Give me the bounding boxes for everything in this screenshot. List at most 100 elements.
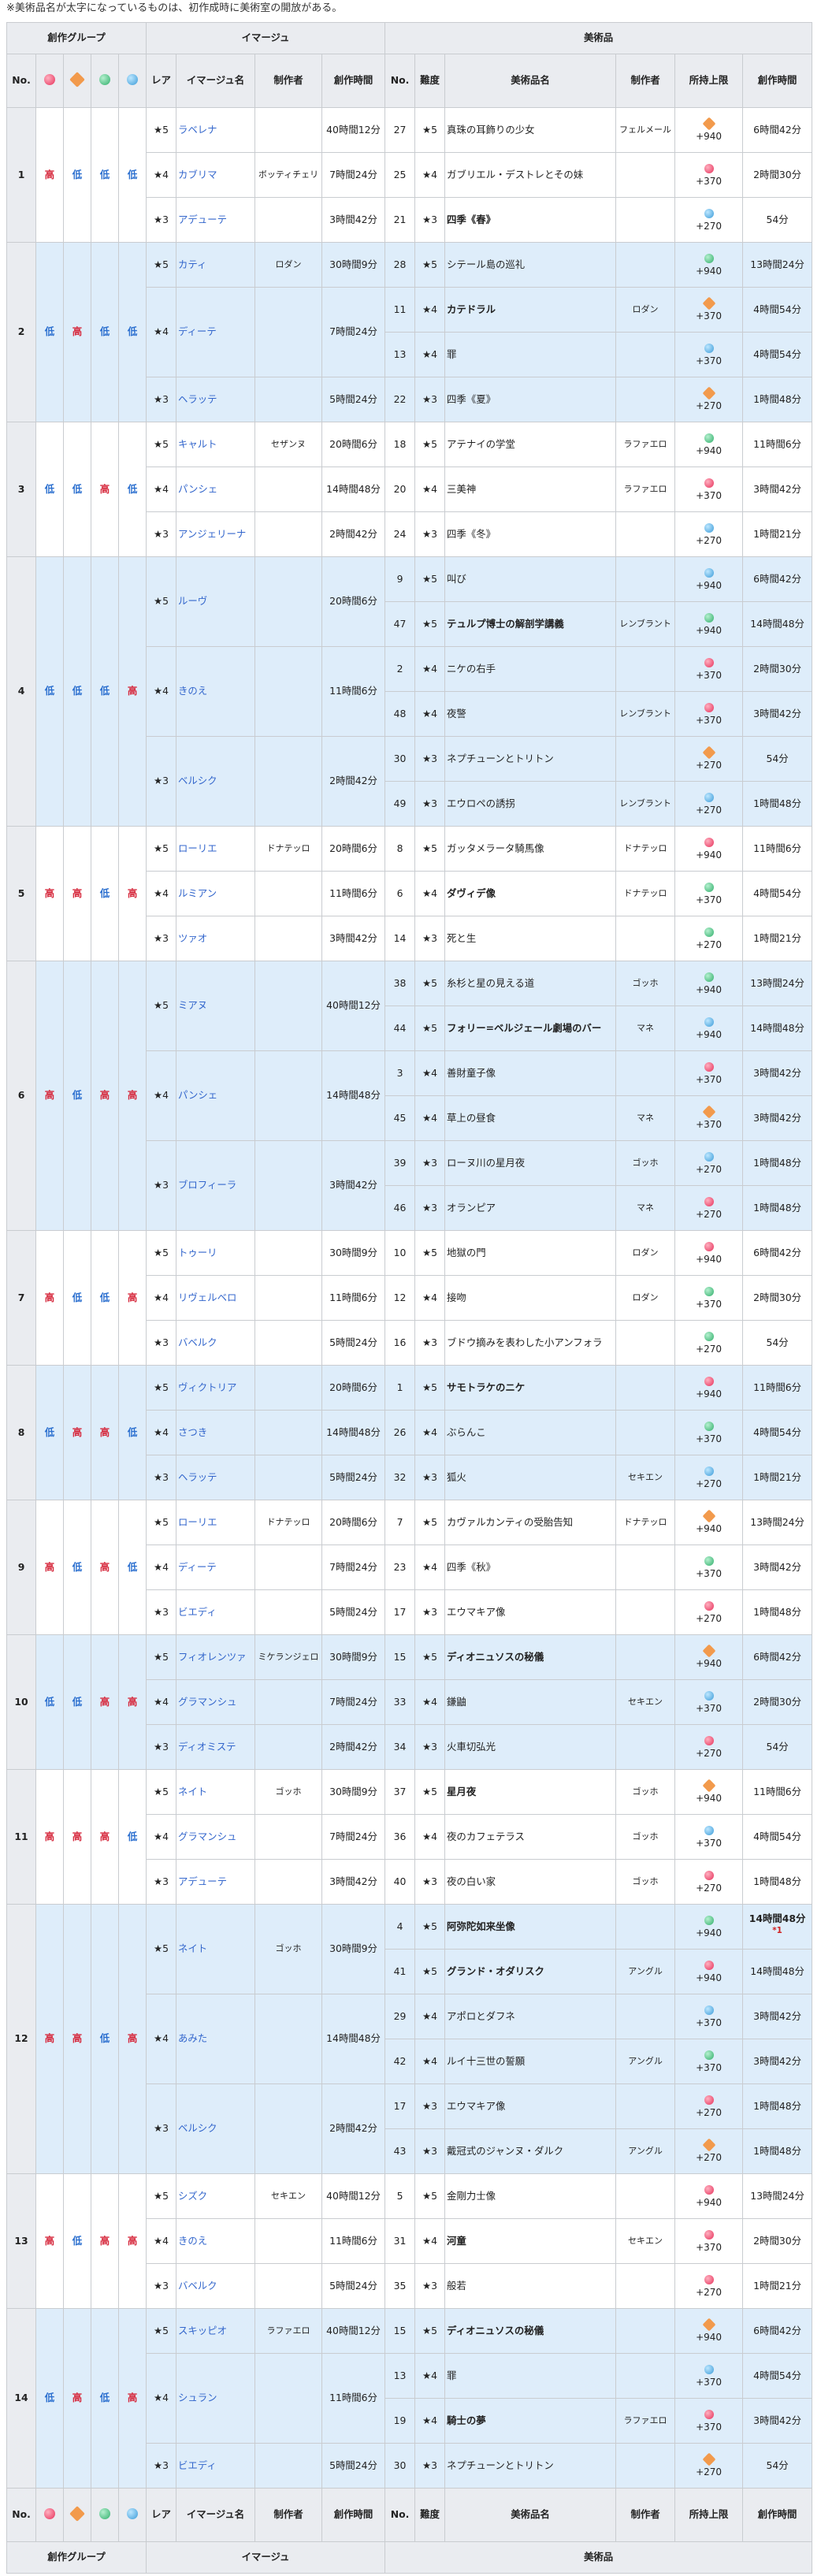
image-name-link[interactable]: アデューテ xyxy=(176,197,256,243)
image-name-link[interactable]: アンジェリーナ xyxy=(176,511,256,557)
group-number: 4 xyxy=(6,556,36,827)
footnote-link[interactable]: *1 xyxy=(772,1926,782,1935)
group-level: 高 xyxy=(35,1500,64,1635)
image-creation-time: 14時間48分 xyxy=(321,467,386,512)
image-name-link[interactable]: ラベレナ xyxy=(176,107,256,153)
image-name-link[interactable]: トゥーリ xyxy=(176,1230,256,1276)
image-name-link[interactable]: ヘラッテ xyxy=(176,1455,256,1500)
art-creation-time-value: 6時間42分 xyxy=(753,2324,801,2336)
image-name-link[interactable]: リヴェルベロ xyxy=(176,1275,256,1321)
image-name-link[interactable]: ローリエ xyxy=(176,1500,256,1545)
possession-limit: +940 xyxy=(674,242,744,288)
image-name-link[interactable]: グラマンシュ xyxy=(176,1814,256,1860)
image-name-link[interactable]: あみた xyxy=(176,1994,256,2084)
art-creation-time-value: 4時間54分 xyxy=(753,303,801,315)
image-name-link[interactable]: ネイト xyxy=(176,1904,256,1994)
image-name-link[interactable]: きのえ xyxy=(176,2218,256,2264)
image-name-link[interactable]: ローリエ xyxy=(176,826,256,872)
image-name-link[interactable]: ネイト xyxy=(176,1769,256,1815)
group-level: 高 xyxy=(117,826,147,961)
art-creation-time-value: 6時間42分 xyxy=(753,572,801,585)
foot-image-header: イマージュ xyxy=(146,2541,386,2574)
art-difficulty: ★3 xyxy=(414,2083,446,2129)
image-creation-time: 20時間6分 xyxy=(321,1500,386,1545)
image-name-link[interactable]: ビエディ xyxy=(176,2443,256,2489)
image-name-link[interactable]: ベルシク xyxy=(176,2083,256,2174)
image-name-link[interactable]: ミアヌ xyxy=(176,961,256,1051)
possession-limit-value: +270 xyxy=(696,2287,723,2298)
art-difficulty: ★3 xyxy=(414,736,446,782)
image-name-link[interactable]: カブリマ xyxy=(176,152,256,198)
orange-gem-icon xyxy=(702,2138,716,2152)
image-name-link[interactable]: ビエディ xyxy=(176,1589,256,1635)
image-name-link[interactable]: ルミアン xyxy=(176,871,256,916)
art-maker xyxy=(615,511,676,557)
image-name-link[interactable]: シュラン xyxy=(176,2353,256,2444)
image-name-link[interactable]: ブロフィーラ xyxy=(176,1140,256,1231)
image-name-link[interactable]: グラマンシュ xyxy=(176,1679,256,1725)
image-name-link[interactable]: ヘラッテ xyxy=(176,377,256,422)
art-number: 26 xyxy=(384,1410,416,1455)
group-level: 低 xyxy=(117,1365,147,1500)
possession-limit: +940 xyxy=(674,1769,744,1815)
group-number: 13 xyxy=(6,2173,36,2309)
image-name-link[interactable]: フィオレンツァ xyxy=(176,1634,256,1680)
possession-limit: +270 xyxy=(674,511,744,557)
image-rarity: ★5 xyxy=(146,1365,177,1411)
art-number: 13 xyxy=(384,332,416,377)
art-creation-time-value: 1時間48分 xyxy=(753,797,801,809)
image-name-link[interactable]: シズク xyxy=(176,2173,256,2219)
art-creation-time: 2時間30分 xyxy=(742,1275,813,1321)
art-maker xyxy=(615,1724,676,1770)
foot-col-red xyxy=(35,2488,64,2542)
possession-limit: +370 xyxy=(674,2398,744,2444)
image-name-link[interactable]: ヴィクトリア xyxy=(176,1365,256,1411)
art-number: 49 xyxy=(384,781,416,827)
art-difficulty: ★4 xyxy=(414,332,446,377)
image-name-link[interactable]: カティ xyxy=(176,242,256,288)
art-number: 25 xyxy=(384,152,416,198)
art-maker xyxy=(615,152,676,198)
image-name-link[interactable]: さつき xyxy=(176,1410,256,1455)
art-number: 34 xyxy=(384,1724,416,1770)
table-row: 7 高低低高 ★5 トゥーリ 30時間9分 10 ★5 地獄の門 ロダン +940 6時間42分 xyxy=(6,1230,813,1366)
image-name-link[interactable]: バベルク xyxy=(176,2263,256,2309)
art-number: 24 xyxy=(384,511,416,557)
image-name-link[interactable]: ベルシク xyxy=(176,736,256,827)
image-name-link[interactable]: ディーテ xyxy=(176,287,256,377)
art-maker xyxy=(615,2308,676,2354)
image-name-link[interactable]: スキッピオ xyxy=(176,2308,256,2354)
art-name: 四季《夏》 xyxy=(444,377,617,422)
red-gem-icon xyxy=(704,2184,714,2195)
art-difficulty: ★3 xyxy=(414,1724,446,1770)
image-name-link[interactable]: バベルク xyxy=(176,1320,256,1366)
possession-limit: +370 xyxy=(674,1814,744,1860)
image-creation-time: 40時間12分 xyxy=(321,961,386,1051)
orange-gem-icon xyxy=(702,296,716,310)
image-name-link[interactable]: ディーテ xyxy=(176,1544,256,1590)
art-number: 20 xyxy=(384,467,416,512)
possession-limit: +940 xyxy=(674,826,744,872)
image-name-link[interactable]: ディオミステ xyxy=(176,1724,256,1770)
red-gem-icon xyxy=(704,1735,714,1745)
art-difficulty: ★5 xyxy=(414,1500,446,1545)
group-number: 3 xyxy=(6,422,36,557)
image-name-link[interactable]: ツァオ xyxy=(176,916,256,961)
image-name-link[interactable]: ルーヴ xyxy=(176,556,256,647)
image-name-link[interactable]: パンシェ xyxy=(176,467,256,512)
art-name: ダヴィデ像 xyxy=(444,871,617,916)
image-name-link[interactable]: パンシェ xyxy=(176,1050,256,1141)
possession-limit-value: +940 xyxy=(696,1658,723,1669)
art-creation-time: 2時間30分 xyxy=(742,152,813,198)
blue-gem-icon xyxy=(704,2005,714,2015)
image-name-link[interactable]: きのえ xyxy=(176,646,256,737)
art-number: 43 xyxy=(384,2128,416,2174)
possession-limit-value: +940 xyxy=(696,1523,723,1534)
orange-gem-icon xyxy=(702,386,716,400)
art-difficulty: ★4 xyxy=(414,691,446,737)
art-name: 罪 xyxy=(444,332,617,377)
group-number: 14 xyxy=(6,2308,36,2489)
image-maker xyxy=(254,1410,323,1455)
image-name-link[interactable]: アデューテ xyxy=(176,1859,256,1905)
image-name-link[interactable]: キャルト xyxy=(176,422,256,467)
